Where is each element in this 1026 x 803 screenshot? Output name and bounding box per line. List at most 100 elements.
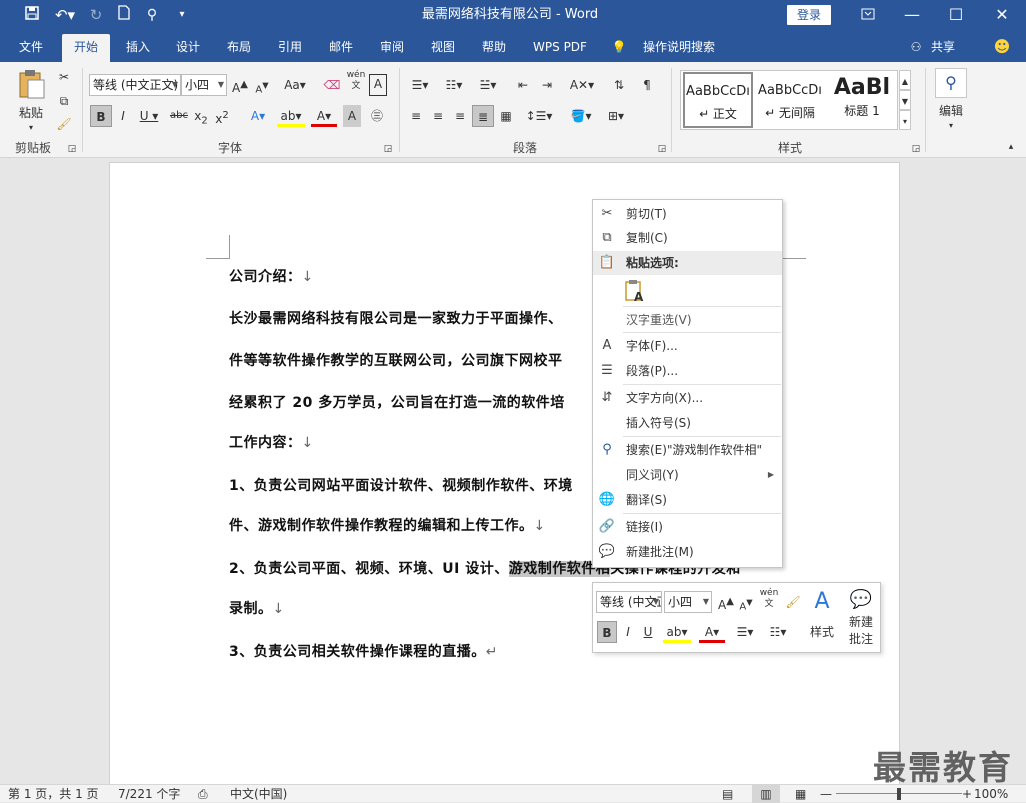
font-color-icon[interactable]: A▾ bbox=[311, 105, 337, 127]
login-button[interactable]: 登录 bbox=[787, 5, 831, 25]
maximize-icon[interactable]: ☐ bbox=[934, 0, 978, 30]
tell-me-search[interactable]: 操作说明搜索 bbox=[636, 34, 722, 62]
shrink-font-icon[interactable]: A▼ bbox=[738, 591, 754, 613]
clear-format-icon[interactable]: ⌫ bbox=[322, 74, 342, 96]
tab-references[interactable]: 引用 bbox=[267, 34, 313, 62]
align-right-icon[interactable]: ≡ bbox=[450, 105, 470, 127]
page-count[interactable]: 第 1 页，共 1 页 bbox=[8, 785, 99, 803]
sort-icon[interactable]: ⇅ bbox=[609, 74, 629, 96]
print-layout-icon[interactable]: ▥ bbox=[752, 785, 780, 803]
borders-icon[interactable]: ⊞▾ bbox=[601, 105, 631, 127]
new-comment-icon[interactable]: 💬 bbox=[847, 587, 875, 613]
menu-item-new-comment[interactable]: 💬 新建批注(M) bbox=[593, 540, 782, 564]
tab-home[interactable]: 开始 bbox=[62, 34, 110, 62]
menu-item-paragraph[interactable]: ☰ 段落(P)... bbox=[593, 359, 782, 383]
language-indicator[interactable]: 中文(中国) bbox=[230, 785, 287, 803]
menu-item-reselect-hanzi[interactable]: 汉字重选(V) bbox=[593, 308, 782, 332]
proofing-icon[interactable]: ⎙ bbox=[198, 785, 208, 803]
style-normal[interactable]: AaBbCcDı ↵ 正文 bbox=[683, 72, 753, 128]
styles-icon[interactable]: A bbox=[807, 587, 837, 617]
paragraph[interactable]: 1、负责公司网站平面设计软件、视频制作软件、环境 bbox=[229, 475, 573, 495]
minimize-icon[interactable]: — bbox=[890, 0, 934, 30]
cut-icon[interactable]: ✂ bbox=[54, 66, 74, 88]
phonetic-guide-icon[interactable]: wén 文 bbox=[758, 588, 780, 610]
underline-button[interactable]: U bbox=[640, 621, 656, 643]
styles-gallery[interactable]: AaBbCcDı ↵ 正文 AaBbCcDı ↵ 无间隔 AaBl 标题 1 bbox=[680, 70, 898, 130]
share-button[interactable]: 共享 bbox=[926, 34, 960, 62]
strikethrough-button[interactable]: abc bbox=[168, 105, 190, 127]
superscript-button[interactable]: x2 bbox=[213, 105, 231, 127]
word-count[interactable]: 7/221 个字 bbox=[118, 785, 180, 803]
new-doc-icon[interactable] bbox=[114, 4, 134, 26]
multilevel-list-icon[interactable]: ☱▾ bbox=[474, 74, 502, 96]
styles-more-icon[interactable]: ▾ bbox=[899, 110, 911, 130]
styles-launcher-icon[interactable]: ◲ bbox=[910, 138, 922, 160]
enclose-char-icon[interactable]: ㊂ bbox=[367, 105, 387, 127]
close-icon[interactable]: ✕ bbox=[980, 0, 1024, 30]
bullets-icon[interactable]: ☰▾ bbox=[731, 621, 759, 643]
tab-layout[interactable]: 布局 bbox=[216, 34, 262, 62]
distributed-icon[interactable]: ▦ bbox=[496, 105, 516, 127]
grow-font-icon[interactable]: A▲ bbox=[717, 591, 735, 613]
align-center-icon[interactable]: ≡ bbox=[428, 105, 448, 127]
menu-item-text-direction[interactable]: ⇵ 文字方向(X)... bbox=[593, 386, 782, 410]
menu-item-synonyms[interactable]: 同义词(Y) ▶ bbox=[593, 463, 782, 487]
styles-scroll-up-icon[interactable]: ▲ bbox=[899, 70, 911, 90]
grow-font-icon[interactable]: A▲ bbox=[231, 74, 249, 96]
style-no-spacing[interactable]: AaBbCcDı ↵ 无间隔 bbox=[755, 71, 825, 129]
copy-icon[interactable]: ⧉ bbox=[54, 90, 74, 112]
menu-item-translate[interactable]: 🌐 翻译(S) bbox=[593, 488, 782, 512]
font-color-icon[interactable]: A▾ bbox=[699, 621, 725, 643]
shading-icon[interactable]: 🪣▾ bbox=[566, 105, 596, 127]
paragraph[interactable]: 录制。↓ bbox=[229, 598, 285, 618]
web-layout-icon[interactable]: ▦ bbox=[795, 785, 806, 803]
increase-indent-icon[interactable]: ⇥ bbox=[537, 74, 557, 96]
zoom-out-icon[interactable]: — bbox=[820, 785, 832, 803]
menu-item-search[interactable]: ⚲ 搜索(E)"游戏制作软件相" bbox=[593, 438, 782, 462]
paragraph[interactable]: 工作内容：↓ bbox=[229, 432, 314, 452]
share-icon[interactable]: ⚇ bbox=[908, 34, 924, 62]
font-launcher-icon[interactable]: ◲ bbox=[382, 138, 394, 160]
styles-scroll-down-icon[interactable]: ▼ bbox=[899, 90, 911, 110]
justify-icon[interactable]: ≣ bbox=[472, 105, 494, 127]
mini-new-comment-label-2[interactable]: 批注 bbox=[845, 628, 877, 650]
font-name-combo[interactable]: 等线 (中文正文) ▼ bbox=[89, 74, 181, 96]
format-painter-icon[interactable]: 🖌 bbox=[783, 591, 803, 613]
decrease-indent-icon[interactable]: ⇤ bbox=[513, 74, 533, 96]
paste-dropdown-icon[interactable]: ▾ bbox=[22, 117, 40, 139]
format-painter-icon[interactable]: 🖌 bbox=[54, 113, 74, 135]
menu-item-link[interactable]: 🔗 链接(I) bbox=[593, 515, 782, 539]
customize-icon[interactable]: ▾ bbox=[172, 4, 192, 26]
mini-styles-button[interactable]: 样式 bbox=[805, 621, 839, 643]
touch-mode-icon[interactable]: ⚲ bbox=[142, 4, 162, 26]
shrink-font-icon[interactable]: A▼ bbox=[253, 74, 271, 96]
subscript-button[interactable]: x2 bbox=[192, 105, 210, 127]
tab-wps-pdf[interactable]: WPS PDF bbox=[524, 34, 596, 62]
paste-icon[interactable] bbox=[15, 68, 47, 100]
read-mode-icon[interactable]: ▤ bbox=[722, 785, 733, 803]
menu-item-insert-symbol[interactable]: 插入符号(S) bbox=[593, 411, 782, 435]
italic-button[interactable]: I bbox=[620, 621, 636, 643]
align-left-icon[interactable]: ≡ bbox=[406, 105, 426, 127]
save-icon[interactable] bbox=[22, 4, 42, 26]
menu-item-cut[interactable]: ✂ 剪切(T) bbox=[593, 202, 782, 226]
bullets-icon[interactable]: ☰▾ bbox=[406, 74, 434, 96]
mini-font-name-combo[interactable]: 等线 (中文正文)▼ bbox=[596, 591, 662, 613]
char-shading-icon[interactable]: A bbox=[343, 105, 361, 127]
show-marks-icon[interactable]: ¶ bbox=[637, 74, 657, 96]
tab-review[interactable]: 审阅 bbox=[369, 34, 415, 62]
tab-view[interactable]: 视图 bbox=[420, 34, 466, 62]
collapse-ribbon-icon[interactable]: ▴ bbox=[1004, 136, 1018, 158]
paste-keep-text-only-button[interactable]: A bbox=[593, 276, 782, 306]
highlight-icon[interactable]: ab▾ bbox=[663, 621, 691, 643]
tab-insert[interactable]: 插入 bbox=[115, 34, 161, 62]
undo-icon[interactable]: ↶▾ bbox=[50, 4, 80, 26]
menu-item-font[interactable]: A 字体(F)... bbox=[593, 334, 782, 358]
char-border-icon[interactable]: A bbox=[369, 74, 387, 96]
clipboard-launcher-icon[interactable]: ◲ bbox=[66, 138, 78, 160]
paragraph-launcher-icon[interactable]: ◲ bbox=[656, 138, 668, 160]
phonetic-guide-icon[interactable]: wén 文 bbox=[345, 70, 367, 92]
change-case-icon[interactable]: Aa▾ bbox=[282, 74, 308, 96]
numbering-icon[interactable]: ☷▾ bbox=[763, 621, 793, 643]
paragraph[interactable]: 3、负责公司相关软件操作课程的直播。↵ bbox=[229, 641, 498, 661]
